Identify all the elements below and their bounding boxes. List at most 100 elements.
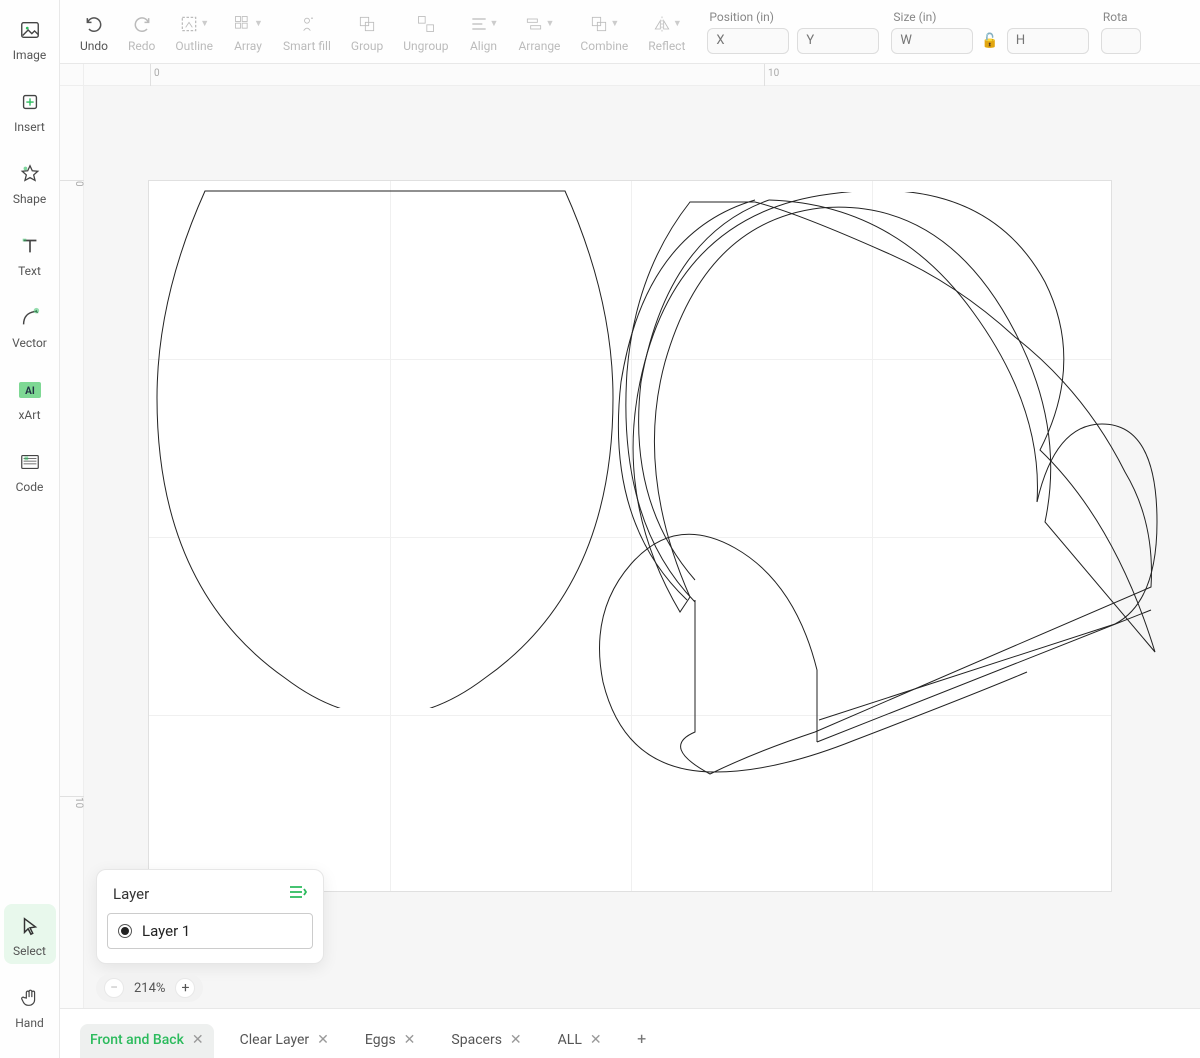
position-x-input[interactable] xyxy=(707,28,789,54)
top-toolbar: Undo Redo ▼ Outline ▼ Array Smart fill G… xyxy=(60,0,1200,64)
rotation-group: Rota xyxy=(1101,10,1141,54)
tab-clear-layer[interactable]: Clear Layer ✕ xyxy=(230,1024,339,1058)
layer-panel-title: Layer xyxy=(113,885,149,903)
array-icon: ▼ xyxy=(233,11,263,37)
zoom-out-button[interactable]: − xyxy=(104,978,124,998)
ruler-left[interactable]: 0 10 xyxy=(60,86,84,1008)
smartfill-button[interactable]: Smart fill xyxy=(273,11,341,53)
position-y-input[interactable] xyxy=(797,28,879,54)
ruler-tick: 10 xyxy=(764,64,779,86)
group-button[interactable]: Group xyxy=(341,11,393,53)
outline-button[interactable]: ▼ Outline xyxy=(165,11,223,53)
align-icon: ▼ xyxy=(469,11,499,37)
size-label: Size (in) xyxy=(891,10,1088,24)
tool-shape-label: Shape xyxy=(13,192,46,206)
redo-label: Redo xyxy=(128,39,155,53)
shape-egg-left[interactable] xyxy=(155,188,615,708)
tool-insert-label: Insert xyxy=(14,120,45,134)
position-group: Position (in) xyxy=(707,10,879,54)
layer-radio[interactable] xyxy=(118,924,132,938)
position-label: Position (in) xyxy=(707,10,879,24)
tool-hand[interactable]: Hand xyxy=(4,976,56,1036)
add-tab-button[interactable]: + xyxy=(628,1024,656,1052)
tab-label: Spacers xyxy=(451,1032,502,1048)
outline-label: Outline xyxy=(175,39,213,53)
ruler-top[interactable]: 0 10 xyxy=(84,64,1200,86)
close-icon[interactable]: ✕ xyxy=(510,1032,522,1048)
tab-front-and-back[interactable]: Front and Back ✕ xyxy=(80,1024,214,1058)
insert-icon xyxy=(16,88,44,116)
close-icon[interactable]: ✕ xyxy=(317,1032,329,1048)
smartfill-icon xyxy=(297,11,317,37)
layer-row[interactable]: Layer 1 xyxy=(107,913,313,949)
ruler-tick: 0 xyxy=(150,64,160,86)
tool-code[interactable]: Code xyxy=(4,440,56,500)
svg-text:AI: AI xyxy=(25,386,35,397)
tab-eggs[interactable]: Eggs ✕ xyxy=(355,1024,426,1058)
reflect-label: Reflect xyxy=(648,39,685,53)
undo-label: Undo xyxy=(80,39,108,53)
close-icon[interactable]: ✕ xyxy=(404,1032,416,1048)
lock-icon[interactable]: 🔓 xyxy=(981,33,998,49)
align-label: Align xyxy=(470,39,497,53)
tool-select[interactable]: Select xyxy=(4,904,56,964)
left-sidebar: Image Insert Shape Text Vector AI xArt xyxy=(0,0,60,1058)
code-icon xyxy=(16,448,44,476)
close-icon[interactable]: ✕ xyxy=(590,1032,602,1048)
ruler-tick: 10 xyxy=(60,796,84,808)
redo-icon xyxy=(132,11,152,37)
tool-insert[interactable]: Insert xyxy=(4,80,56,140)
select-icon xyxy=(16,912,44,940)
layer-name: Layer 1 xyxy=(142,922,190,940)
layer-menu-icon[interactable] xyxy=(289,884,307,903)
rotation-label: Rota xyxy=(1101,10,1141,24)
combine-icon: ▼ xyxy=(589,11,619,37)
tool-code-label: Code xyxy=(16,480,44,494)
reflect-button[interactable]: ▼ Reflect xyxy=(638,11,695,53)
size-w-input[interactable] xyxy=(891,28,973,54)
array-button[interactable]: ▼ Array xyxy=(223,11,273,53)
zoom-value[interactable]: 214% xyxy=(134,981,165,996)
tool-select-label: Select xyxy=(13,944,46,958)
undo-icon xyxy=(84,11,104,37)
align-button[interactable]: ▼ Align xyxy=(459,11,509,53)
tool-text-label: Text xyxy=(18,264,41,278)
tab-all[interactable]: ALL ✕ xyxy=(548,1024,612,1058)
xart-icon: AI xyxy=(16,376,44,404)
tab-label: Clear Layer xyxy=(240,1032,310,1048)
tab-spacers[interactable]: Spacers ✕ xyxy=(441,1024,531,1058)
tool-xart-label: xArt xyxy=(18,408,40,422)
zoom-in-button[interactable]: + xyxy=(175,978,195,998)
layer-panel[interactable]: Layer Layer 1 xyxy=(96,869,324,964)
tab-label: Eggs xyxy=(365,1032,396,1048)
array-label: Array xyxy=(234,39,262,53)
tool-vector-label: Vector xyxy=(12,336,47,350)
group-label: Group xyxy=(351,39,383,53)
redo-button[interactable]: Redo xyxy=(118,11,165,53)
tab-label: Front and Back xyxy=(90,1032,184,1048)
smartfill-label: Smart fill xyxy=(283,39,331,53)
tool-image[interactable]: Image xyxy=(4,8,56,68)
canvas-area[interactable]: 0 10 0 10 Layer xyxy=(60,64,1200,1008)
size-h-input[interactable] xyxy=(1007,28,1089,54)
rotation-input[interactable] xyxy=(1101,28,1141,54)
ruler-corner xyxy=(60,64,84,86)
reflect-icon: ▼ xyxy=(652,11,682,37)
ungroup-label: Ungroup xyxy=(403,39,448,53)
arrange-button[interactable]: ▼ Arrange xyxy=(508,11,570,53)
tool-text[interactable]: Text xyxy=(4,224,56,284)
ungroup-icon xyxy=(416,11,436,37)
arrange-label: Arrange xyxy=(518,39,560,53)
tool-vector[interactable]: Vector xyxy=(4,296,56,356)
close-icon[interactable]: ✕ xyxy=(192,1032,204,1048)
tool-shape[interactable]: Shape xyxy=(4,152,56,212)
hand-icon xyxy=(16,984,44,1012)
combine-button[interactable]: ▼ Combine xyxy=(570,11,638,53)
tool-xart[interactable]: AI xArt xyxy=(4,368,56,428)
bottom-tabs: Front and Back ✕ Clear Layer ✕ Eggs ✕ Sp… xyxy=(60,1008,1200,1058)
shape-egg-right[interactable] xyxy=(555,192,1165,782)
size-group: Size (in) 🔓 xyxy=(891,10,1088,54)
tool-hand-label: Hand xyxy=(15,1016,43,1030)
undo-button[interactable]: Undo xyxy=(70,11,118,53)
ungroup-button[interactable]: Ungroup xyxy=(393,11,458,53)
